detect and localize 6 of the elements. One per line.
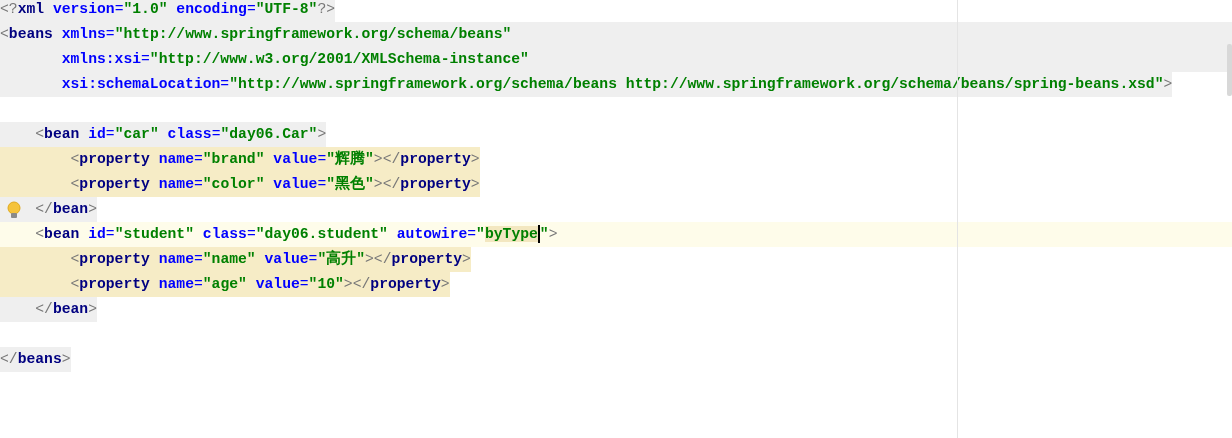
code-line: <bean id="student" class="day06.student" autowire="byType"> (34, 224, 558, 246)
code-line: xmlns:xsi="http://www.w3.org/2001/XMLSchema-instance" (60, 50, 529, 69)
text-cursor (537, 225, 540, 244)
code-line: <beans xmlns="http://www.springframework.org/schema/beans" (0, 25, 512, 44)
lightbulb-icon[interactable] (6, 201, 22, 219)
scrollbar-thumb[interactable] (1227, 44, 1232, 96)
